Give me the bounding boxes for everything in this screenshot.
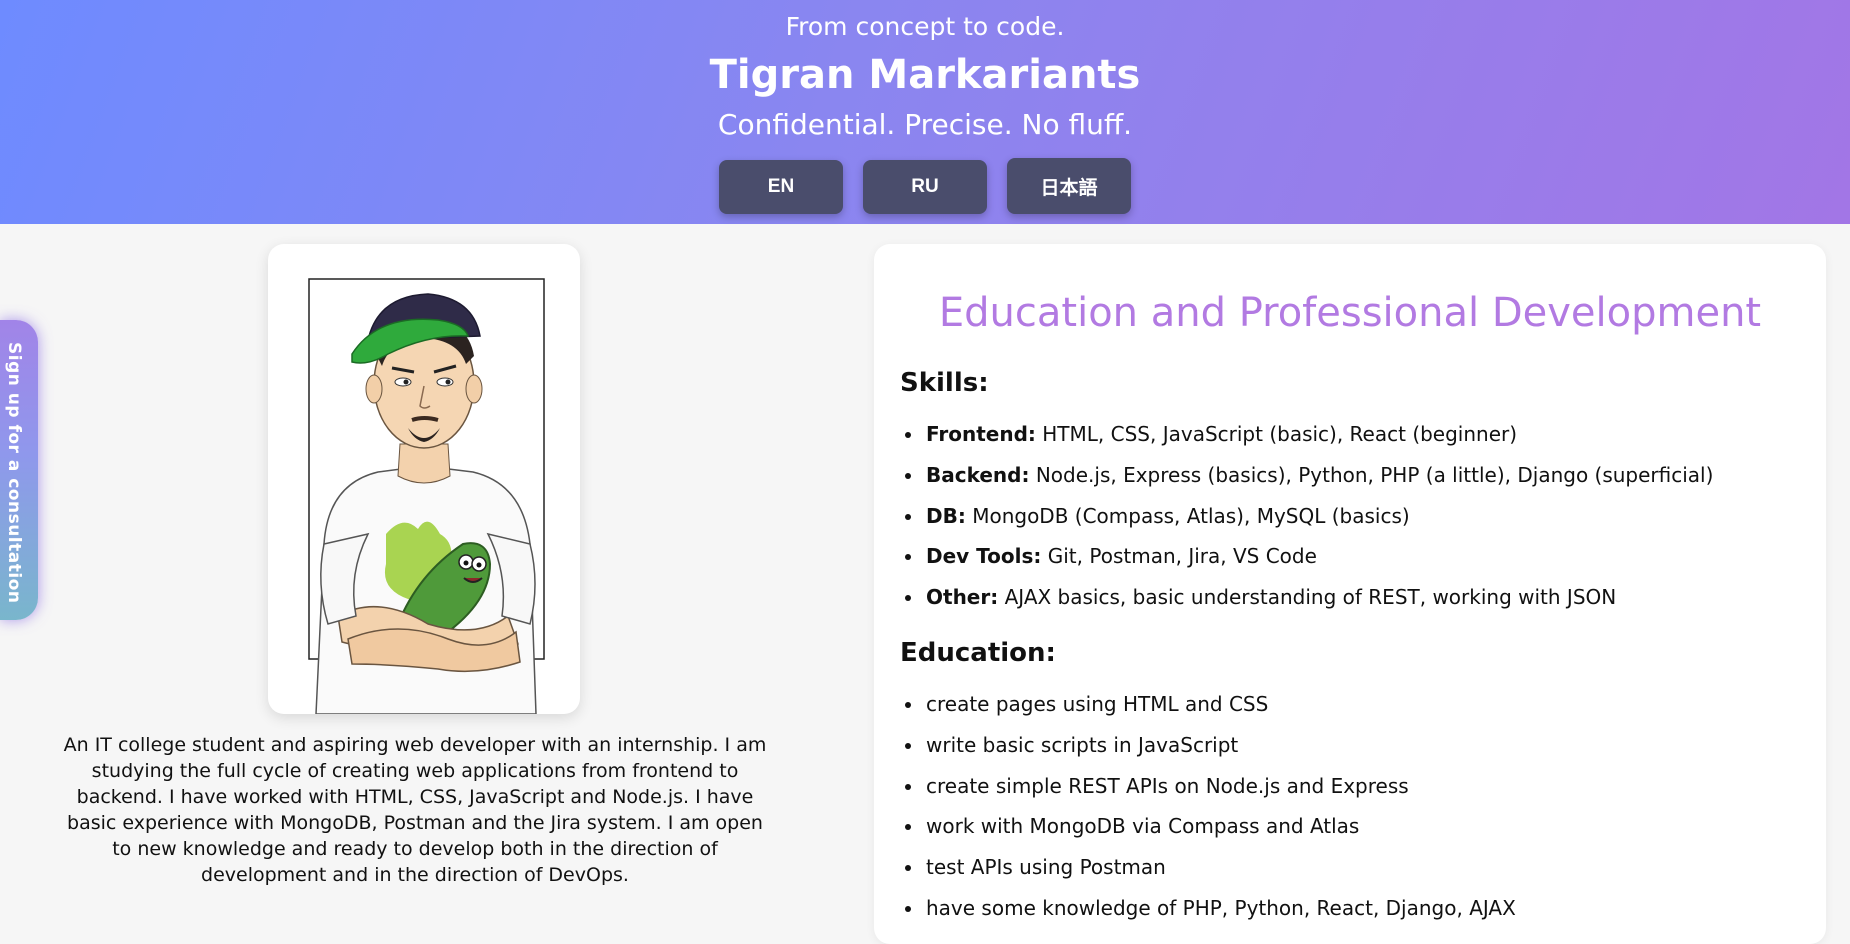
- education-title: Education and Professional Development: [938, 290, 1762, 336]
- consultation-tab-label: Sign up for a consultation: [4, 342, 24, 604]
- education-heading: Education:: [900, 638, 1056, 668]
- language-switcher: EN RU 日本語: [0, 158, 1850, 214]
- list-item: Dev Tools: Git, Postman, Jira, VS Code: [900, 536, 1713, 577]
- list-item: work with MongoDB via Compass and Atlas: [900, 806, 1516, 847]
- bio-text-block: An IT college student and aspiring web d…: [60, 732, 770, 888]
- bio-text: An IT college student and aspiring web d…: [63, 734, 767, 886]
- education-list: create pages using HTML and CSS write ba…: [900, 684, 1516, 929]
- list-item: test APIs using Postman: [900, 847, 1516, 888]
- skills-list: Frontend: HTML, CSS, JavaScript (basic),…: [900, 414, 1713, 618]
- list-item: write basic scripts in JavaScript: [900, 725, 1516, 766]
- skills-heading: Skills:: [900, 368, 989, 398]
- hero-header: From concept to code. Tigran Markariants…: [0, 0, 1850, 224]
- consultation-tab[interactable]: Sign up for a consultation: [0, 320, 38, 620]
- page-title: Tigran Markariants: [709, 52, 1141, 98]
- lang-button-ru[interactable]: RU: [863, 160, 987, 214]
- avatar-illustration: [308, 278, 545, 714]
- lang-button-ja[interactable]: 日本語: [1007, 158, 1131, 214]
- list-item: have some knowledge of PHP, Python, Reac…: [900, 888, 1516, 929]
- list-item: create pages using HTML and CSS: [900, 684, 1516, 725]
- list-item: create simple REST APIs on Node.js and E…: [900, 766, 1516, 807]
- list-item: DB: MongoDB (Compass, Atlas), MySQL (bas…: [900, 496, 1713, 537]
- tagline: From concept to code.: [785, 12, 1065, 41]
- avatar-card: [268, 244, 580, 714]
- education-card: Education and Professional Development S…: [874, 244, 1826, 944]
- list-item: Other: AJAX basics, basic understanding …: [900, 577, 1713, 618]
- lang-button-en[interactable]: EN: [719, 160, 843, 214]
- list-item: Backend: Node.js, Express (basics), Pyth…: [900, 455, 1713, 496]
- motto: Confidential. Precise. No fluff.: [717, 108, 1133, 141]
- list-item: Frontend: HTML, CSS, JavaScript (basic),…: [900, 414, 1713, 455]
